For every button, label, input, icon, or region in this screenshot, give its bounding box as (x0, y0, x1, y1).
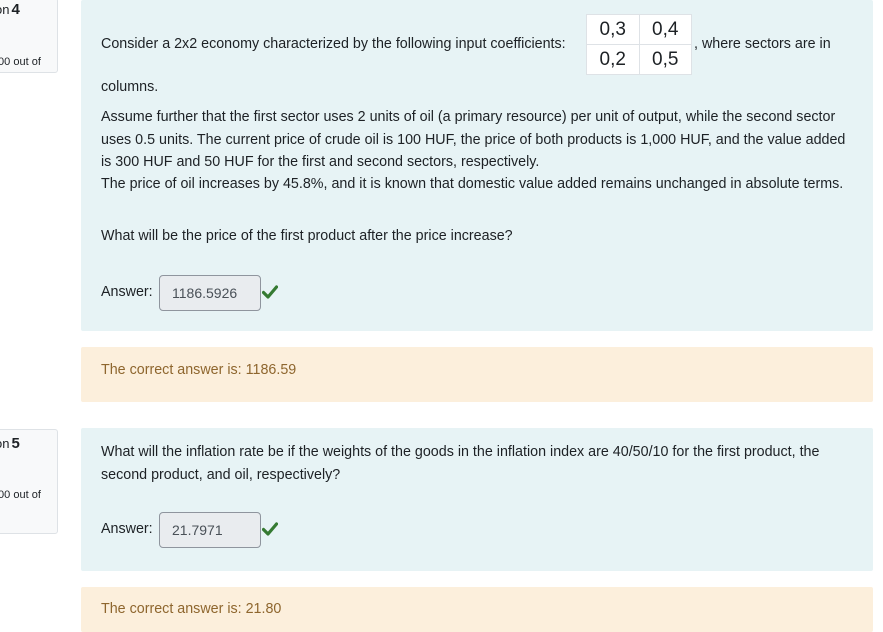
matrix-cell: 0,4 (638, 14, 692, 45)
correct-answer-text: The correct answer is: 21.80 (101, 601, 282, 617)
answer-label: Answer: (101, 521, 153, 537)
answer-label: Answer: (101, 284, 153, 300)
question-intro-text: Consider a 2x2 economy characterized by … (101, 36, 566, 52)
check-icon (262, 522, 278, 536)
coefficient-matrix: 0,3 0,4 0,2 0,5 (586, 14, 692, 75)
question-info-5: on5 t .00 out of (0, 429, 58, 534)
matrix-cell: 0,5 (638, 44, 692, 75)
feedback-box-5: The correct answer is: 21.80 (81, 587, 873, 632)
question-number: 5 (11, 435, 20, 452)
question-mark: .00 out of (0, 489, 41, 501)
check-icon (262, 285, 278, 299)
correct-answer-text: The correct answer is: 1186.59 (101, 362, 297, 378)
matrix-cell: 0,3 (586, 14, 640, 45)
question-paragraph: Assume further that the first sector use… (101, 109, 846, 170)
question-mark: .00 out of (0, 56, 41, 68)
question-info-4: on4 t .00 out of (0, 0, 58, 73)
question-number: 4 (11, 1, 20, 18)
question-wrap-text: columns. (101, 79, 159, 95)
answer-input[interactable]: 1186.5926 (159, 275, 261, 311)
answer-input[interactable]: 21.7971 (159, 512, 261, 548)
question-after-matrix-text: , where sectors are in (694, 36, 831, 52)
feedback-box-4: The correct answer is: 1186.59 (81, 347, 873, 402)
question-prompt: What will be the price of the first prod… (101, 228, 513, 244)
question-number-label: on4 (0, 1, 20, 18)
matrix-cell: 0,2 (586, 44, 640, 75)
question-number-label: on5 (0, 435, 20, 452)
question-prompt: What will the inflation rate be if the w… (101, 444, 820, 483)
question-paragraph: The price of oil increases by 45.8%, and… (101, 176, 844, 192)
